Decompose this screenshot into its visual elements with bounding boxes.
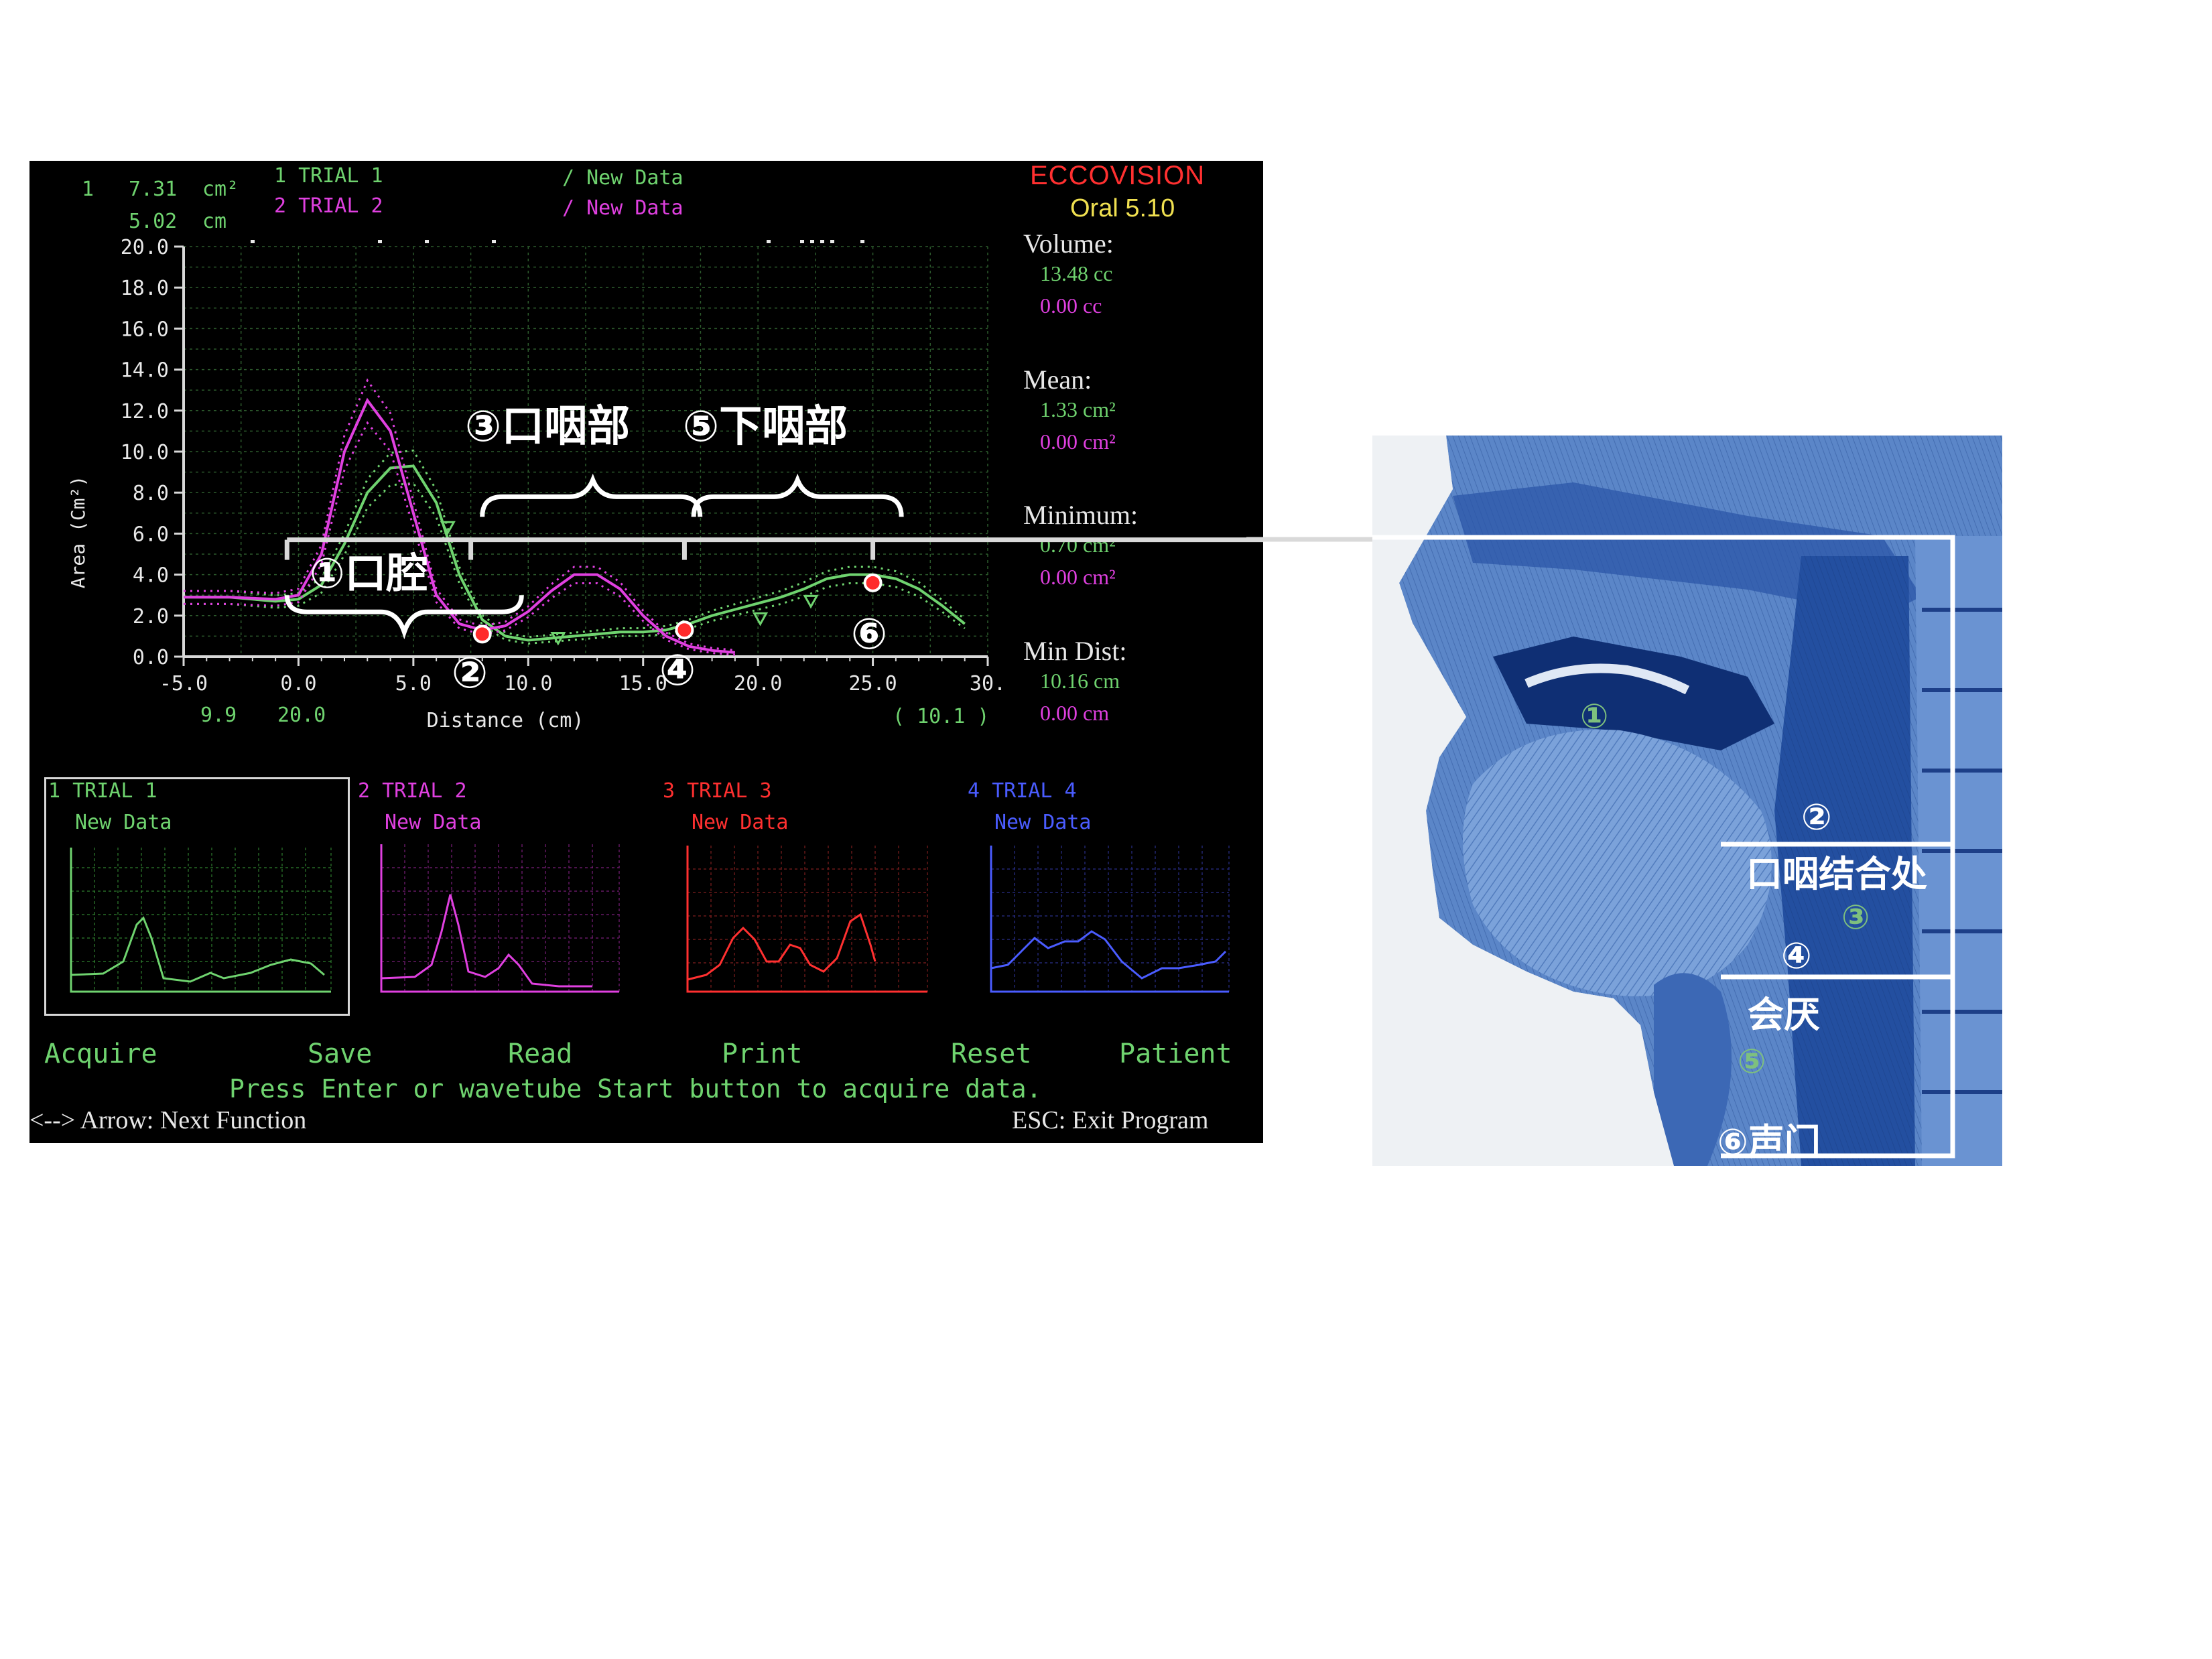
series-1-line <box>184 464 966 642</box>
trial-2-title[interactable]: 2 TRIAL 2 <box>358 779 467 803</box>
x-tick-label: 30. <box>970 672 1006 695</box>
y-tick-label: 6.0 <box>133 523 169 546</box>
menu-save[interactable]: Save <box>308 1039 372 1069</box>
brace-hypopharynx <box>691 473 904 517</box>
top-dot <box>378 240 382 243</box>
trial-1-sub: New Data <box>75 811 172 834</box>
series-1-lower-band <box>184 482 966 645</box>
series-2-line <box>184 397 736 654</box>
trial-3-thumbnail <box>686 846 928 993</box>
anat-num-3: ③ <box>1841 898 1870 937</box>
axis-extra-right: ( 10.1 ) <box>893 705 990 728</box>
x-axis-title: Distance (cm) <box>427 709 584 732</box>
trial-1-title: 1 TRIAL 1 <box>48 779 157 803</box>
label-hypopharynx: ⑤下咽部 <box>683 402 848 452</box>
menu-print[interactable]: Print <box>722 1039 802 1069</box>
menu-patient[interactable]: Patient <box>1119 1039 1232 1069</box>
x-tick-label: 20.0 <box>734 672 782 695</box>
y-tick-label: 4.0 <box>133 564 169 588</box>
eccovision-screen: 1 7.31 cm² 5.02 cm 1 TRIAL 1 2 TRIAL 2 /… <box>29 161 1263 1143</box>
trial-4-sub: New Data <box>994 811 1092 834</box>
y-tick-label: 0.0 <box>133 646 169 669</box>
anatomy-drawing <box>1372 436 2002 1166</box>
y-tick-label: 20.0 <box>121 236 169 259</box>
trial-3-sub: New Data <box>692 811 789 834</box>
status-prompt: Press Enter or wavetube Start button to … <box>229 1074 1042 1104</box>
anat-num-2: ② <box>1801 796 1832 838</box>
top-dot <box>425 240 429 243</box>
y-tick-label: 2.0 <box>133 605 169 628</box>
top-dot <box>810 240 814 243</box>
anat-label-glottis: ⑥声门 <box>1717 1121 1821 1163</box>
trial-3-title[interactable]: 3 TRIAL 3 <box>663 779 772 803</box>
x-tick-label: 5.0 <box>395 672 432 695</box>
label-oropharynx: ③口咽部 <box>465 402 631 452</box>
region-marker-1 <box>472 624 492 644</box>
region-marker-3 <box>863 573 883 592</box>
axis-extra-left-a: 9.9 <box>200 704 237 727</box>
trial-4-thumbnail <box>990 846 1230 993</box>
pharynx-anatomy-illustration: ① ② 口咽结合处 ③ ④ 会厌 ⑤ ⑥声门 <box>1372 436 2002 1166</box>
brace-oropharynx <box>480 473 703 517</box>
y-tick-label: 10.0 <box>121 441 169 464</box>
trial-2-thumbnail <box>380 844 620 993</box>
top-dot <box>800 240 804 243</box>
trial-4-title[interactable]: 4 TRIAL 4 <box>968 779 1077 803</box>
menu-reset[interactable]: Reset <box>951 1039 1031 1069</box>
region-marker-2 <box>675 620 694 640</box>
top-dot <box>830 240 834 243</box>
y-axis-title: Area (Cm²) <box>67 476 89 589</box>
anat-num-5: ⑤ <box>1738 1042 1766 1081</box>
anat-num-4: ④ <box>1781 935 1812 977</box>
anat-num-1: ① <box>1580 697 1609 736</box>
area-distance-chart: 0.0 2.0 4.0 6.0 8.0 10.0 12.0 14.0 16.0 18.0 20.0 -… <box>67 236 1263 732</box>
trial-2-sub: New Data <box>385 811 482 834</box>
menu-acquire[interactable]: Acquire <box>44 1039 157 1069</box>
y-tick-label: 18.0 <box>121 277 169 300</box>
top-dot <box>767 240 771 243</box>
top-dot <box>860 240 864 243</box>
footer-arrow-hint: <--> Arrow: Next Function <box>29 1106 307 1134</box>
y-tick-label: 12.0 <box>121 400 169 423</box>
y-tick-label: 8.0 <box>133 482 169 505</box>
top-dot <box>492 240 496 243</box>
y-tick-label: 14.0 <box>121 359 169 383</box>
marker-6-label: ⑥ <box>851 610 888 659</box>
marker-4-label: ④ <box>659 646 696 695</box>
anat-label-junction: 口咽结合处 <box>1746 853 1927 895</box>
x-tick-label: 10.0 <box>504 672 552 695</box>
footer-exit-hint: ESC: Exit Program <box>1012 1106 1209 1134</box>
x-tick-label: -5.0 <box>159 672 208 695</box>
top-dot <box>251 240 255 243</box>
marker-2-label: ② <box>452 649 489 698</box>
axis-extra-left-b: 20.0 <box>277 704 326 727</box>
x-tick-label: 25.0 <box>848 672 897 695</box>
anat-label-epiglottis: 会厌 <box>1748 994 1820 1036</box>
x-tick-label: 0.0 <box>280 672 316 695</box>
menu-read[interactable]: Read <box>508 1039 572 1069</box>
y-tick-label: 16.0 <box>121 318 169 341</box>
cursor-triangle <box>753 612 769 626</box>
top-dot <box>820 240 824 243</box>
label-oral-cavity: ①口腔 <box>310 549 428 598</box>
